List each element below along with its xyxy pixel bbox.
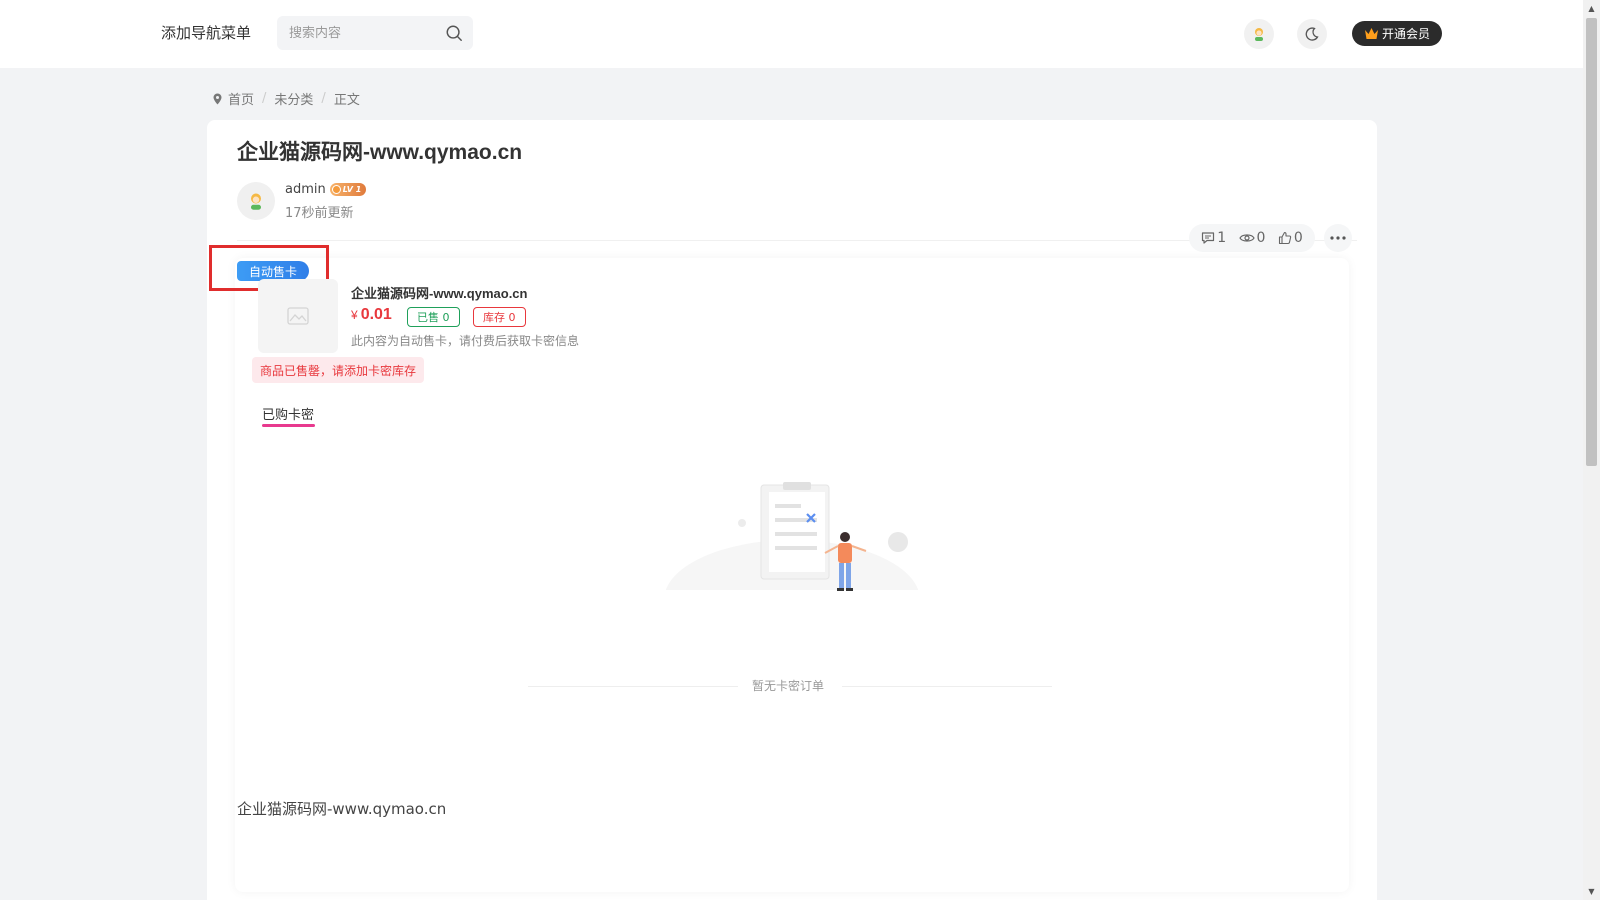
search-icon[interactable] <box>445 24 463 42</box>
stock-count-badge: 库存 0 <box>473 307 526 327</box>
search-box[interactable] <box>277 16 473 50</box>
more-options-button[interactable] <box>1324 224 1352 252</box>
update-time: 17秒前更新 <box>285 206 354 221</box>
product-description: 此内容为自动售卡，请付费后获取卡密信息 <box>351 334 580 348</box>
comment-count-value: 1 <box>1217 230 1227 246</box>
thumbs-up-icon <box>1278 231 1292 245</box>
user-avatar-icon <box>1255 28 1263 41</box>
product-name: 企业猫源码网-www.qymao.cn <box>351 286 528 301</box>
add-nav-menu-link[interactable]: 添加导航菜单 <box>161 22 251 43</box>
comment-icon <box>1202 232 1215 244</box>
empty-divider-left <box>528 686 738 687</box>
crown-icon <box>1364 28 1378 39</box>
breadcrumb-separator: / <box>262 91 267 106</box>
scroll-down-arrow-icon[interactable]: ▼ <box>1583 883 1600 900</box>
like-count-value: 0 <box>1293 230 1303 246</box>
empty-state-text: 暂无卡密订单 <box>752 679 825 693</box>
top-header: 添加导航菜单 开通会员 <box>0 0 1583 68</box>
scroll-up-arrow-icon[interactable]: ▲ <box>1583 0 1600 17</box>
more-dots-icon <box>1330 236 1346 240</box>
author-name[interactable]: admin <box>285 182 326 197</box>
breadcrumb: 首页 / 未分类 / 正文 <box>213 89 360 108</box>
post-title: 企业猫源码网-www.qymao.cn <box>237 141 523 164</box>
eye-icon <box>1238 234 1255 242</box>
vip-label: 开通会员 <box>1381 27 1430 41</box>
empty-state-illustration <box>657 482 927 630</box>
moon-icon <box>1305 27 1319 41</box>
search-input[interactable] <box>289 16 439 50</box>
soldout-notice: 商品已售罄，请添加卡密库存 <box>252 357 425 383</box>
comment-count[interactable]: 1 <box>1201 230 1226 246</box>
level-badge-label: LV 1 <box>342 185 362 194</box>
open-vip-button[interactable]: 开通会员 <box>1352 21 1442 46</box>
tab-active-indicator <box>262 424 315 427</box>
like-count[interactable]: 0 <box>1278 230 1303 246</box>
author-avatar[interactable] <box>237 182 275 220</box>
currency-symbol: ¥ <box>351 308 358 322</box>
image-placeholder-icon <box>287 307 309 325</box>
scrollbar-thumb[interactable] <box>1586 18 1597 466</box>
view-count: 0 <box>1238 230 1266 246</box>
user-avatar-button[interactable] <box>1244 19 1274 49</box>
breadcrumb-home[interactable]: 首页 <box>228 89 254 108</box>
sold-count-badge: 已售 0 <box>407 307 460 327</box>
tab-bought-cards[interactable]: 已购卡密 <box>262 404 314 423</box>
product-price: ¥0.01 <box>351 306 392 324</box>
level-badge: LV 1 <box>329 183 367 196</box>
auto-sell-tag: 自动售卡 <box>237 261 309 281</box>
product-thumbnail <box>258 279 338 353</box>
price-value: 0.01 <box>360 306 392 323</box>
author-info: admin LV 1 <box>285 182 367 197</box>
author-avatar-icon <box>251 193 261 210</box>
post-body-text: 企业猫源码网-www.qymao.cn <box>237 800 447 818</box>
empty-divider-right <box>842 686 1052 687</box>
page-scrollbar[interactable]: ▲ ▼ <box>1583 0 1600 900</box>
level-medal-icon <box>331 185 341 194</box>
location-pin-icon <box>213 93 222 104</box>
view-count-value: 0 <box>1256 230 1266 246</box>
breadcrumb-separator: / <box>321 91 326 106</box>
dark-mode-toggle[interactable] <box>1297 19 1327 49</box>
breadcrumb-current: 正文 <box>333 93 360 108</box>
breadcrumb-category[interactable]: 未分类 <box>274 89 313 108</box>
post-stats: 1 0 0 <box>1189 224 1315 252</box>
